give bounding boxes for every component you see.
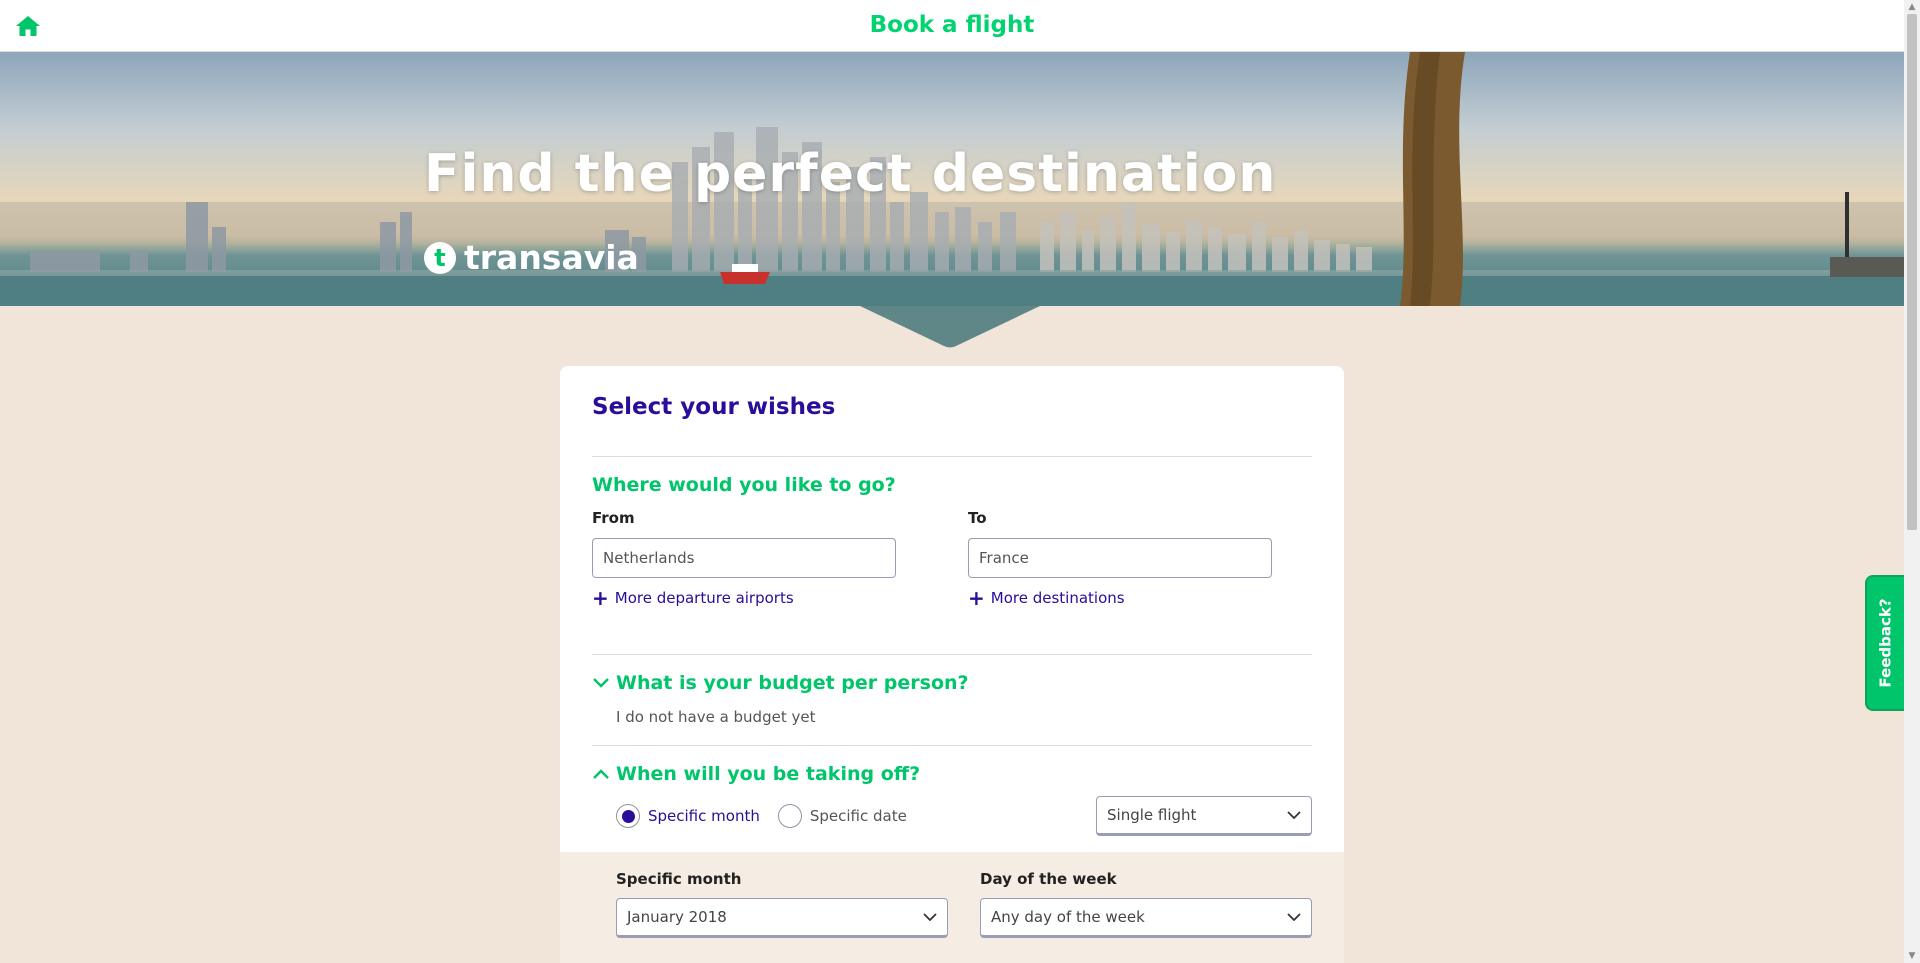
to-input[interactable]: France [968,538,1272,578]
budget-heading-text: What is your budget per person? [616,672,969,694]
radio-specific-date[interactable]: Specific date [777,804,907,828]
day-of-week-value: Any day of the week [991,908,1145,926]
top-bar: Book a flight [0,0,1904,52]
specific-month-label: Specific month [616,870,742,888]
scroll-down-icon[interactable]: ▼ [1904,949,1920,963]
when-toggle[interactable]: When will you be taking off? [592,763,920,785]
day-of-week-select[interactable]: Any day of the week [980,898,1312,938]
month-day-panel: Specific month January 2018 Day of the w… [560,852,1344,963]
more-destinations-link[interactable]: + More destinations [968,588,1125,608]
transavia-logo: t transavia [424,238,639,277]
budget-value: I do not have a budget yet [616,708,816,726]
from-label: From [592,509,635,527]
more-departure-airports-link[interactable]: + More departure airports [592,588,794,608]
divider [592,456,1312,457]
radio-specific-date-label: Specific date [809,807,907,825]
plus-icon: + [592,586,609,610]
chevron-up-icon [593,769,609,779]
radio-circle-checked [616,804,640,828]
hero-banner: Find the perfect destination t transavia [0,52,1904,306]
transavia-logo-mark: t [424,241,456,274]
page-scrollbar[interactable]: ▲ ▼ [1904,0,1920,963]
plus-icon: + [968,586,985,610]
day-of-week-label: Day of the week [980,870,1117,888]
radio-circle-unchecked [777,804,802,828]
form-title: Select your wishes [592,394,836,420]
feedback-label: Feedback? [1877,598,1895,688]
date-mode-radio-group: Specific month Specific date [616,804,907,828]
chevron-down-icon [1287,811,1301,820]
budget-toggle[interactable]: What is your budget per person? [592,672,969,694]
hero-heading: Find the perfect destination [424,144,1277,204]
transavia-logo-text: transavia [464,238,639,277]
divider [592,745,1312,746]
flight-type-select[interactable]: Single flight [1096,796,1312,836]
chevron-down-icon [1287,913,1301,922]
to-label: To [968,509,987,527]
feedback-button[interactable]: Feedback? [1865,575,1905,711]
hero-notch [860,306,1040,348]
radio-specific-month[interactable]: Specific month [616,804,760,828]
month-select[interactable]: January 2018 [616,898,948,938]
more-departure-airports-text: More departure airports [614,589,794,607]
where-heading-text: Where would you like to go? [592,474,896,496]
scrollbar-thumb[interactable] [1907,14,1917,530]
from-input[interactable]: Netherlands [592,538,896,578]
where-heading: Where would you like to go? [592,474,896,496]
flight-type-value: Single flight [1107,806,1197,824]
scroll-up-icon[interactable]: ▲ [1904,0,1920,14]
chevron-down-icon [593,678,609,688]
month-select-value: January 2018 [627,908,727,926]
divider [592,654,1312,655]
search-form-card: Select your wishes Where would you like … [560,366,1344,963]
radio-specific-month-label: Specific month [648,807,760,825]
when-heading-text: When will you be taking off? [616,763,921,785]
more-destinations-text: More destinations [990,589,1125,607]
page-title: Book a flight [869,12,1035,38]
chevron-down-icon [923,913,937,922]
